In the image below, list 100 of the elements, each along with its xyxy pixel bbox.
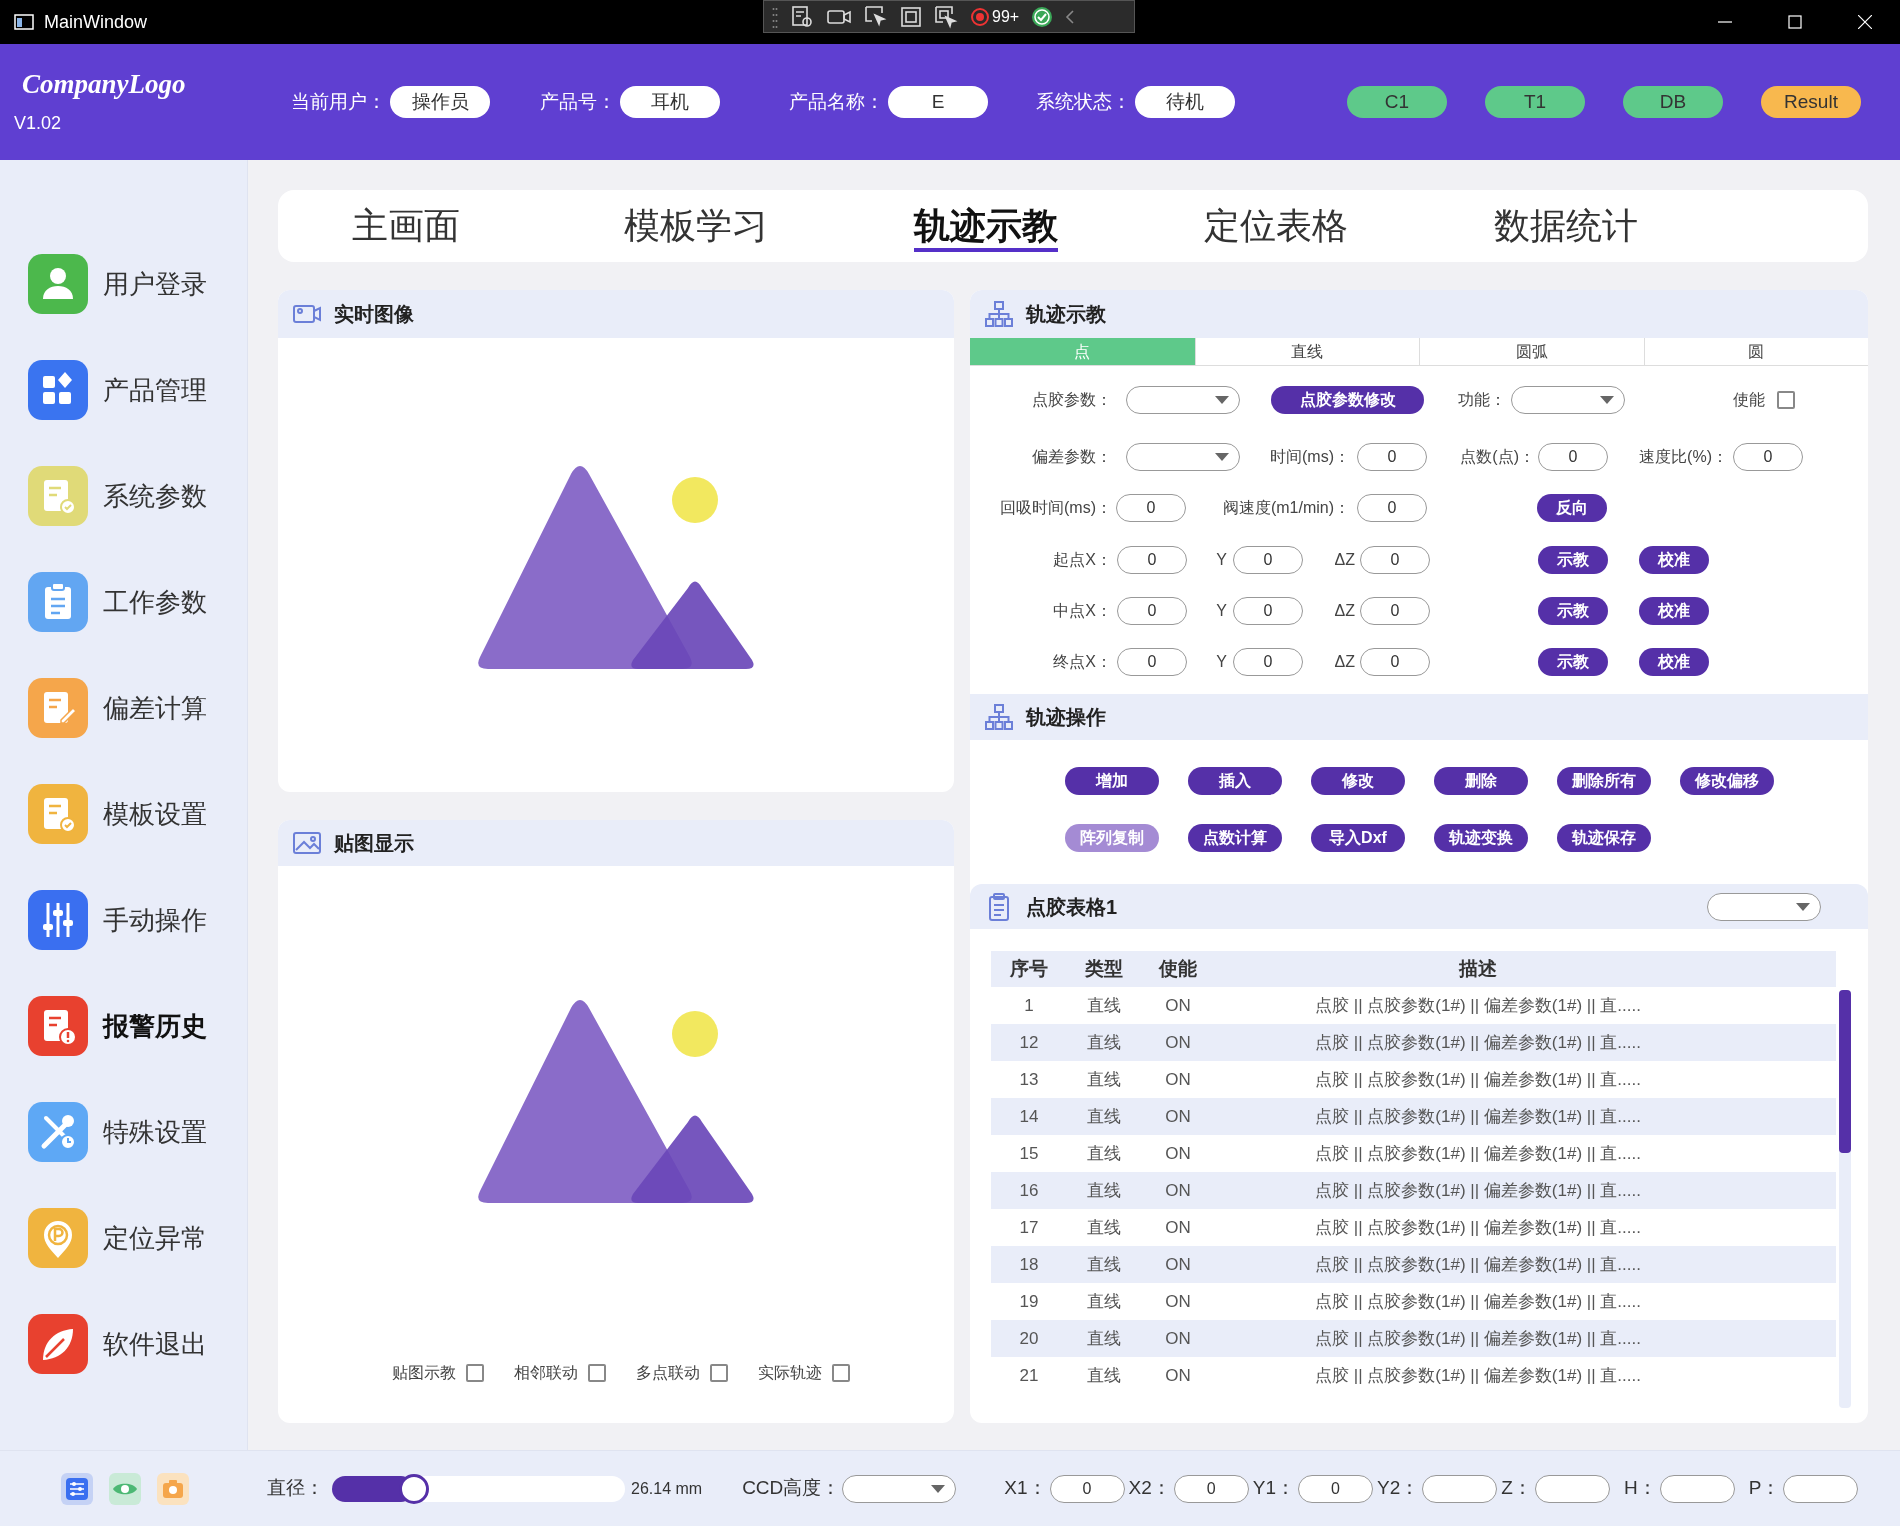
caret-down-icon[interactable] (1215, 453, 1229, 461)
sidebar-item[interactable]: 工作参数 (28, 572, 247, 632)
record-icon[interactable] (970, 6, 990, 27)
action-button[interactable]: 修改偏移 (1680, 767, 1774, 795)
checkbox[interactable] (466, 1364, 484, 1382)
eye-icon[interactable] (109, 1472, 141, 1505)
panel-title: 贴图显示 (334, 831, 414, 856)
checkbox[interactable] (1777, 391, 1795, 409)
input-field[interactable]: 0 (1360, 648, 1430, 676)
maximize-icon[interactable] (1788, 15, 1802, 29)
action-button[interactable]: 示教 (1538, 648, 1608, 676)
table-cell-text: 点胶 || 点胶参数(1#) || 偏差参数(1#) || 直..... (1315, 1290, 1641, 1313)
action-button[interactable]: 轨迹保存 (1557, 824, 1651, 852)
sidebar-item[interactable]: 用户登录 (28, 254, 247, 314)
slider-thumb[interactable] (399, 1473, 430, 1504)
sliders-icon[interactable] (61, 1472, 93, 1505)
tab[interactable]: 定位表格 (1204, 200, 1348, 252)
caret-down-icon[interactable] (1600, 396, 1614, 404)
scrollbar-track[interactable] (1839, 990, 1851, 1408)
action-button[interactable]: 示教 (1538, 546, 1608, 574)
table-cell-text: 直线 (1087, 1031, 1121, 1054)
input-field[interactable]: 0 (1173, 1474, 1249, 1503)
input-field[interactable]: 0 (1233, 597, 1303, 625)
sidebar-item[interactable]: 系统参数 (28, 466, 247, 526)
action-button[interactable]: 点胶参数修改 (1271, 386, 1424, 414)
table-cell-text: 19 (1019, 1290, 1039, 1313)
camera-icon[interactable] (157, 1472, 189, 1505)
action-button[interactable]: 反向 (1537, 494, 1607, 522)
dropdown[interactable] (1126, 443, 1240, 471)
action-button[interactable]: 校准 (1639, 648, 1709, 676)
input-field[interactable]: 0 (1538, 443, 1608, 471)
caret-down-icon[interactable] (1215, 396, 1229, 404)
input-field[interactable]: 0 (1298, 1474, 1374, 1503)
tab[interactable]: 数据统计 (1494, 200, 1638, 252)
table-cell-text: 点胶 || 点胶参数(1#) || 偏差参数(1#) || 直..... (1315, 1216, 1641, 1239)
dropdown[interactable] (1707, 892, 1821, 921)
sidebar-item[interactable]: 软件退出 (28, 1314, 247, 1374)
table-cell-text: 直线 (1087, 1142, 1121, 1165)
tab[interactable]: 轨迹示教 (914, 200, 1058, 252)
sidebar-item[interactable]: 报警历史 (28, 996, 247, 1056)
input-field[interactable] (1783, 1474, 1859, 1503)
dropdown[interactable] (842, 1474, 957, 1503)
field-label: P： (1748, 1476, 1781, 1501)
input-field[interactable]: 0 (1117, 648, 1187, 676)
tab[interactable]: 模板学习 (624, 200, 768, 252)
caret-down-icon[interactable] (1796, 902, 1810, 911)
grip-icon[interactable] (772, 5, 778, 28)
input-field[interactable] (1534, 1474, 1610, 1503)
input-field[interactable]: 0 (1357, 443, 1427, 471)
square-frame-icon[interactable] (900, 5, 922, 28)
input-field[interactable]: 0 (1357, 494, 1427, 522)
table-cell-text: 13 (1019, 1068, 1039, 1091)
input-field[interactable]: 0 (1233, 648, 1303, 676)
checkbox[interactable] (588, 1364, 606, 1382)
action-button[interactable]: 增加 (1065, 767, 1159, 795)
form-label: 功能： (1458, 390, 1506, 410)
input-field[interactable]: 0 (1049, 1474, 1125, 1503)
window-title: MainWindow (44, 10, 148, 34)
action-button[interactable]: 删除所有 (1557, 767, 1651, 795)
sidebar-item[interactable]: 偏差计算 (28, 678, 247, 738)
input-field[interactable] (1422, 1474, 1498, 1503)
action-button[interactable]: 导入Dxf (1311, 824, 1405, 852)
sidebar-item[interactable]: 手动操作 (28, 890, 247, 950)
action-button[interactable]: 校准 (1639, 597, 1709, 625)
checkbox[interactable] (832, 1364, 850, 1382)
action-button[interactable]: 轨迹变换 (1434, 824, 1528, 852)
table-cell-text: ON (1165, 1105, 1191, 1128)
check-circle-icon[interactable] (1031, 5, 1054, 28)
scrollbar-thumb[interactable] (1839, 990, 1851, 1153)
input-field[interactable]: 0 (1117, 546, 1187, 574)
dropdown[interactable] (1126, 386, 1240, 414)
sidebar-item[interactable]: 特殊设置 (28, 1102, 247, 1162)
caret-down-icon[interactable] (931, 1484, 946, 1493)
form-label: 速度比(%)： (1639, 447, 1728, 467)
sidebar-item[interactable]: 定位异常 (28, 1208, 247, 1268)
action-button[interactable]: 插入 (1188, 767, 1282, 795)
chevron-left-icon[interactable] (1065, 8, 1076, 25)
input-field[interactable]: 0 (1233, 546, 1303, 574)
input-field[interactable] (1659, 1474, 1735, 1503)
action-button[interactable]: 修改 (1311, 767, 1405, 795)
version-label: V1.02 (14, 111, 63, 135)
sidebar-item[interactable]: 模板设置 (28, 784, 247, 844)
input-field[interactable]: 0 (1116, 494, 1186, 522)
checkbox[interactable] (710, 1364, 728, 1382)
tab[interactable]: 主画面 (352, 200, 460, 252)
slider-track[interactable] (332, 1475, 625, 1502)
input-field[interactable]: 0 (1117, 597, 1187, 625)
cursor-frame-icon[interactable] (934, 4, 958, 29)
form-label: 时间(ms)： (1270, 447, 1350, 467)
document-gear-icon[interactable] (790, 4, 814, 29)
action-button[interactable]: 示教 (1538, 597, 1608, 625)
input-field[interactable]: 0 (1360, 597, 1430, 625)
sidebar-item[interactable]: 产品管理 (28, 360, 247, 420)
action-button[interactable]: 删除 (1434, 767, 1528, 795)
input-field[interactable]: 0 (1360, 546, 1430, 574)
input-field[interactable]: 0 (1733, 443, 1803, 471)
action-button[interactable]: 点数计算 (1188, 824, 1282, 852)
close-icon[interactable] (1858, 15, 1872, 29)
action-button[interactable]: 校准 (1639, 546, 1709, 574)
dropdown[interactable] (1511, 386, 1625, 414)
